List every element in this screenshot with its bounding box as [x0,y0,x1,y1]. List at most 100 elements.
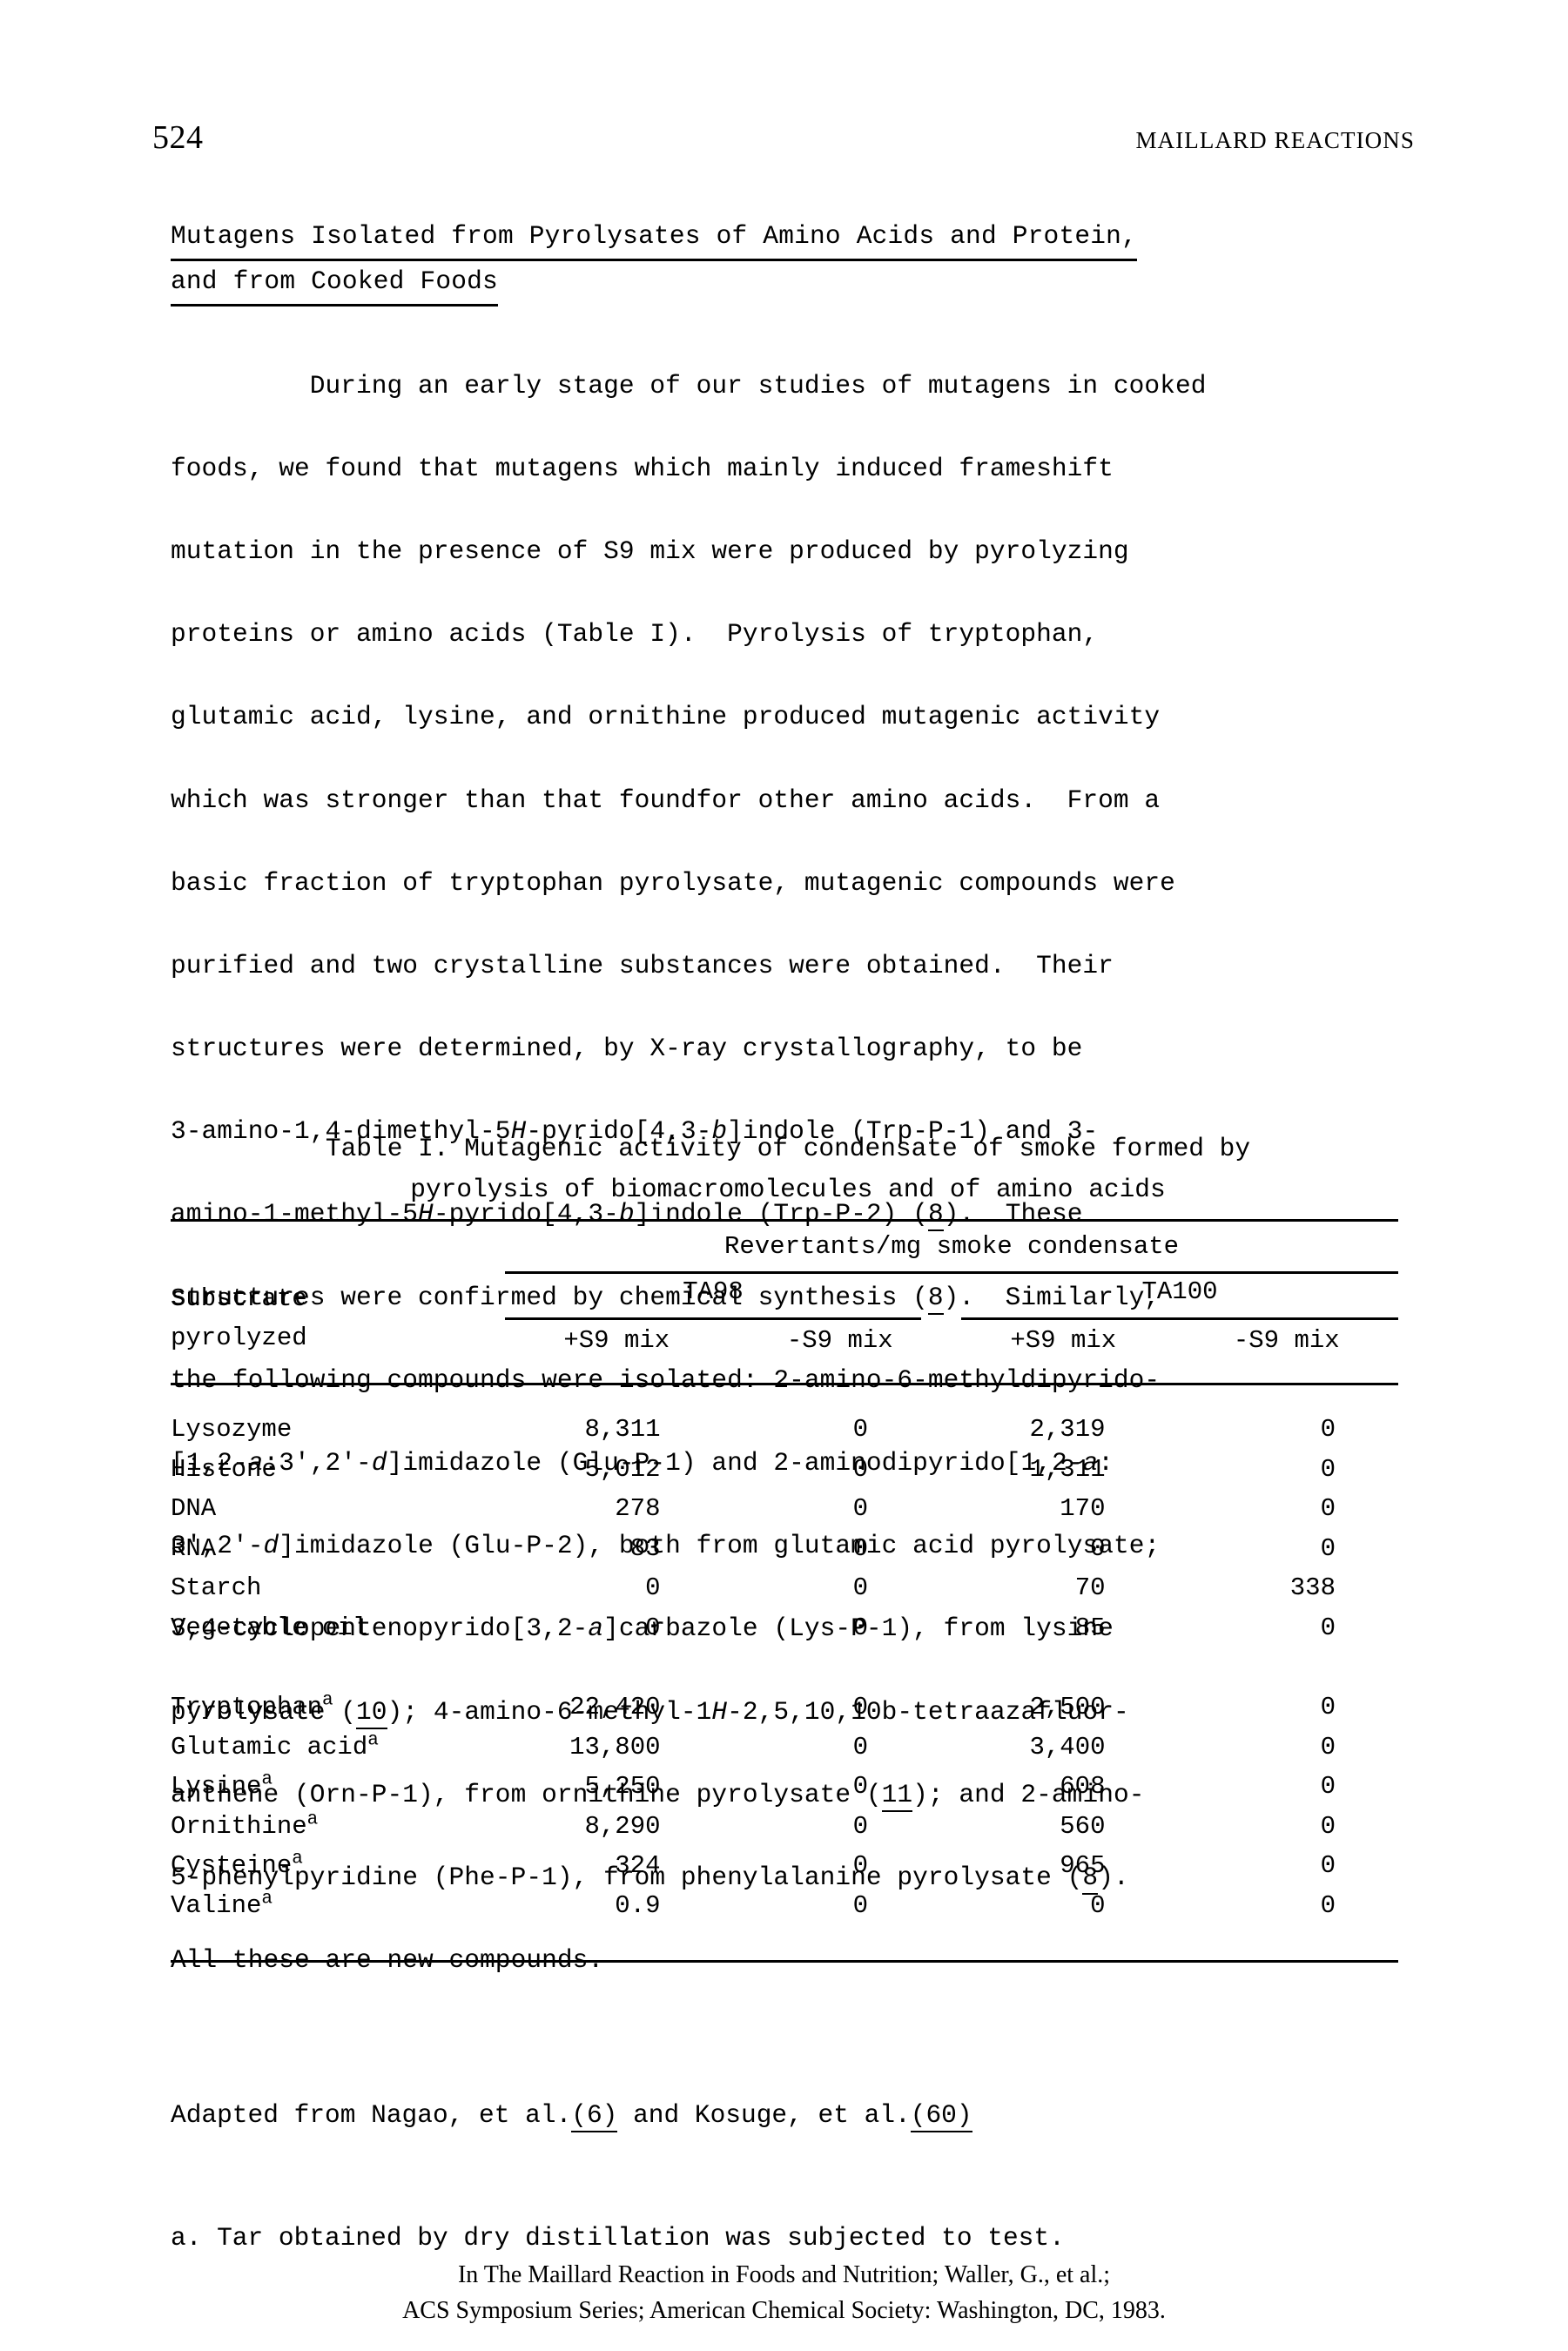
row-value-ta98-minus: 0 [852,1573,868,1602]
row-value-ta98-minus: 0 [852,1851,868,1880]
strain-rule-ta98 [505,1317,921,1320]
row-value-ta100-minus: 0 [1320,1533,1336,1563]
mix-header-ta100-minus: -S9 mix [1233,1326,1340,1355]
row-value-ta100-plus: 0 [1090,1533,1106,1563]
table-row: DNA 278 0 170 0 [171,1494,1398,1534]
mix-header-ta98-plus: +S9 mix [563,1326,670,1355]
row-value-ta100-plus: 170 [1060,1494,1106,1523]
row-value-ta98-plus: 83 [629,1533,661,1563]
row-value-ta100-minus: 0 [1320,1494,1336,1523]
row-substrate: Starch [171,1573,262,1602]
row-substrate-label: Tryptophan [171,1693,323,1721]
row-value-ta98-plus: 0.9 [615,1890,661,1920]
paragraph-line: purified and two crystalline substances … [171,950,1114,980]
row-value-ta100-plus: 1,311 [1029,1454,1106,1484]
footnote-marker: a [367,1729,379,1750]
table-group-gap [171,1653,1398,1693]
table-row: Histone 5,012 0 1,311 0 [171,1455,1398,1495]
row-value-ta98-plus: 22,420 [569,1693,661,1721]
row-value-ta98-plus: 278 [615,1494,661,1523]
row-value-ta98-plus: 5,012 [584,1454,661,1484]
row-value-ta100-plus: 0 [1090,1890,1106,1920]
row-value-ta98-plus: 5,250 [584,1772,661,1801]
row-value-ta98-minus: 0 [852,1811,868,1841]
section-heading-line-2: and from Cooked Foods [171,261,498,307]
row-substrate: Lysozyme [171,1415,293,1444]
row-value-ta98-minus: 0 [852,1772,868,1801]
table-row: RNA 83 0 0 0 [171,1534,1398,1574]
substrate-header-line-1: Substrate [171,1284,307,1313]
section-heading: Mutagens Isolated from Pyrolysates of Am… [171,216,1407,307]
row-value-ta100-plus: 85 [1074,1613,1106,1642]
row-value-ta100-plus: 3,400 [1029,1732,1106,1762]
table-row: Cysteinea 324 0 965 0 [171,1849,1398,1891]
footnote-marker: a [261,1769,273,1790]
paragraph-line: During an early stage of our studies of … [232,370,1207,401]
row-value-ta100-plus: 2,500 [1029,1693,1106,1721]
row-value-ta100-minus: 0 [1320,1415,1336,1444]
row-value-ta98-minus: 0 [852,1693,868,1721]
footnote-source-mid: and Kosuge, et al. [617,2100,911,2130]
row-value-ta98-plus: 8,290 [584,1811,661,1841]
row-value-ta98-plus: 324 [615,1851,661,1880]
table-row: Ornithinea 8,290 0 560 0 [171,1810,1398,1852]
strain-header-ta98: TA98 [683,1277,744,1306]
mix-header-ta98-minus: -S9 mix [786,1326,893,1355]
row-value-ta100-minus: 0 [1320,1890,1336,1920]
row-value-ta98-minus: 0 [852,1494,868,1523]
footnote-marker: a [261,1888,273,1909]
row-substrate: Vegetable oil [171,1613,368,1642]
table-caption-line-1: Table I. Mutagenic activity of condensat… [325,1134,1251,1163]
row-substrate: Tryptophana [171,1690,505,1721]
row-substrate-label: Cysteine [171,1851,293,1880]
row-value-ta100-plus: 2,319 [1029,1415,1106,1444]
substrate-column-header: Substrate pyrolyzed [171,1279,307,1357]
table-header: Substrate pyrolyzed Revertants/mg smoke c… [171,1222,1398,1383]
row-value-ta98-minus: 0 [852,1454,868,1484]
row-value-ta100-minus: 0 [1320,1613,1336,1642]
row-value-ta98-plus: 0 [645,1613,661,1642]
s9-mix-header-row: +S9 mix -S9 mix +S9 mix -S9 mix [505,1326,1398,1355]
table-row: Starch 0 0 70 338 [171,1573,1398,1613]
row-value-ta100-plus: 70 [1074,1573,1106,1602]
running-head: 524 MAILLARD REACTIONS [152,118,1415,157]
revertants-span-header: Revertants/mg smoke condensate [723,1232,1180,1261]
row-value-ta100-minus: 0 [1320,1732,1336,1762]
row-value-ta100-plus: 965 [1060,1851,1106,1880]
table-row: Valinea 0.9 0 0 0 [171,1888,1398,1931]
table-row: Lysinea 5,250 0 608 0 [171,1769,1398,1812]
footnote-source: Adapted from Nagao, et al.(6) and Kosuge… [171,2095,1407,2136]
row-substrate: Lysinea [171,1769,505,1801]
page-footer-line-2: ACS Symposium Series; American Chemical … [402,2297,1166,2324]
footnote-marker: a [292,1849,303,1869]
mutagenic-activity-table: Substrate pyrolyzed Revertants/mg smoke c… [171,1219,1398,1963]
paragraph-line: basic fraction of tryptophan pyrolysate,… [171,867,1175,898]
row-value-ta98-minus: 0 [852,1732,868,1762]
table-bottom-rule [171,1960,1398,1963]
row-value-ta98-minus: 0 [852,1533,868,1563]
footnote-a: a. Tar obtained by dry distillation was … [171,2223,1065,2253]
footnote-marker: a [322,1690,333,1711]
mix-header-ta100-plus: +S9 mix [1010,1326,1117,1355]
row-value-ta100-minus: 0 [1320,1693,1336,1721]
running-head-title: MAILLARD REACTIONS [1135,127,1415,153]
row-value-ta98-minus: 0 [852,1613,868,1642]
row-substrate: Histone [171,1454,277,1484]
page-footer: In The Maillard Reaction in Foods and Nu… [0,2257,1568,2328]
row-value-ta100-minus: 338 [1289,1573,1336,1602]
row-value-ta100-plus: 608 [1060,1772,1106,1801]
row-value-ta100-minus: 0 [1320,1454,1336,1484]
strain-header-ta100: TA100 [1141,1277,1218,1306]
row-value-ta98-plus: 0 [645,1573,661,1602]
row-substrate-label: Lysine [171,1772,262,1801]
row-value-ta100-plus: 560 [1060,1811,1106,1841]
row-value-ta98-plus: 13,800 [569,1732,661,1762]
paragraph-line: structures were determined, by X-ray cry… [171,1034,1083,1064]
page-number: 524 [152,119,204,156]
paragraph-line: glutamic acid, lysine, and ornithine pro… [171,702,1161,732]
row-substrate-label: Ornithine [171,1811,307,1841]
row-substrate: DNA [171,1494,217,1523]
row-substrate-label: Valine [171,1890,262,1920]
table-row: Lysozyme 8,311 0 2,319 0 [171,1415,1398,1455]
row-substrate: RNA [171,1533,217,1563]
